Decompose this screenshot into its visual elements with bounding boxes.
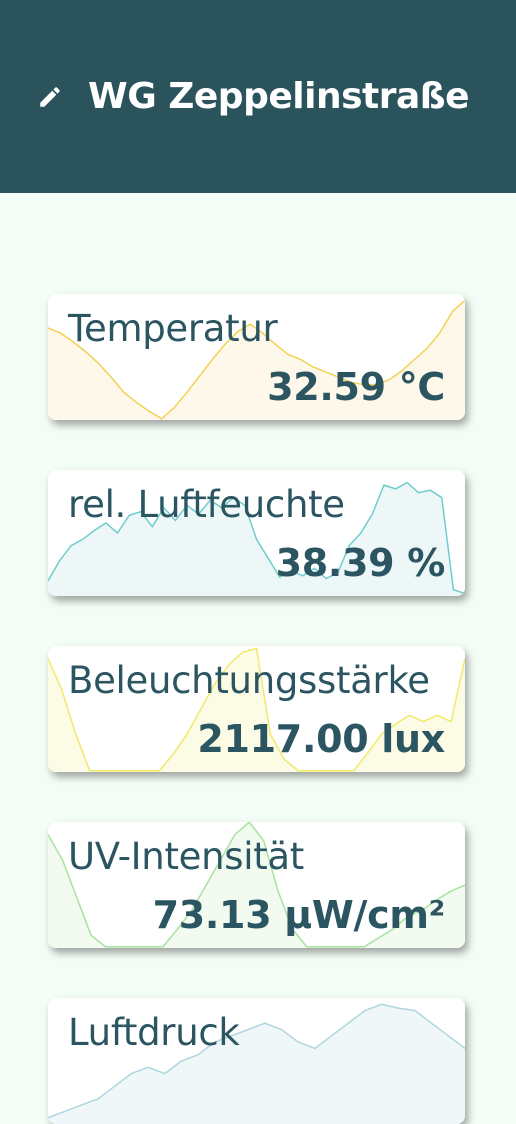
- sensor-card-pressure[interactable]: Luftdruck: [48, 998, 465, 1124]
- page-title[interactable]: WG Zeppelinstraße: [88, 76, 470, 117]
- sensor-card-humidity[interactable]: rel. Luftfeuchte 38.39 %: [48, 470, 465, 596]
- sensor-label: Temperatur: [68, 307, 278, 350]
- pencil-icon: [40, 86, 60, 107]
- sensor-value: 2117.00 lux: [197, 717, 445, 761]
- sensor-label: Beleuchtungsstärke: [68, 659, 430, 702]
- sensor-label: rel. Luftfeuchte: [68, 483, 345, 526]
- sensor-value: 32.59 °C: [267, 365, 445, 409]
- sensor-card-temperature[interactable]: Temperatur 32.59 °C: [48, 294, 465, 420]
- sensor-label: Luftdruck: [68, 1011, 240, 1054]
- sensor-label: UV-Intensität: [68, 835, 305, 878]
- sensor-card-uv[interactable]: UV-Intensität 73.13 µW/cm²: [48, 822, 465, 948]
- edit-button[interactable]: [36, 83, 64, 111]
- sensor-card-list: Temperatur 32.59 °C rel. Luftfeuchte 38.…: [0, 193, 516, 1124]
- sensor-value: 73.13 µW/cm²: [152, 893, 446, 937]
- sensor-value: 38.39 %: [275, 541, 446, 585]
- app-header: WG Zeppelinstraße: [0, 0, 516, 193]
- sensor-card-illuminance[interactable]: Beleuchtungsstärke 2117.00 lux: [48, 646, 465, 772]
